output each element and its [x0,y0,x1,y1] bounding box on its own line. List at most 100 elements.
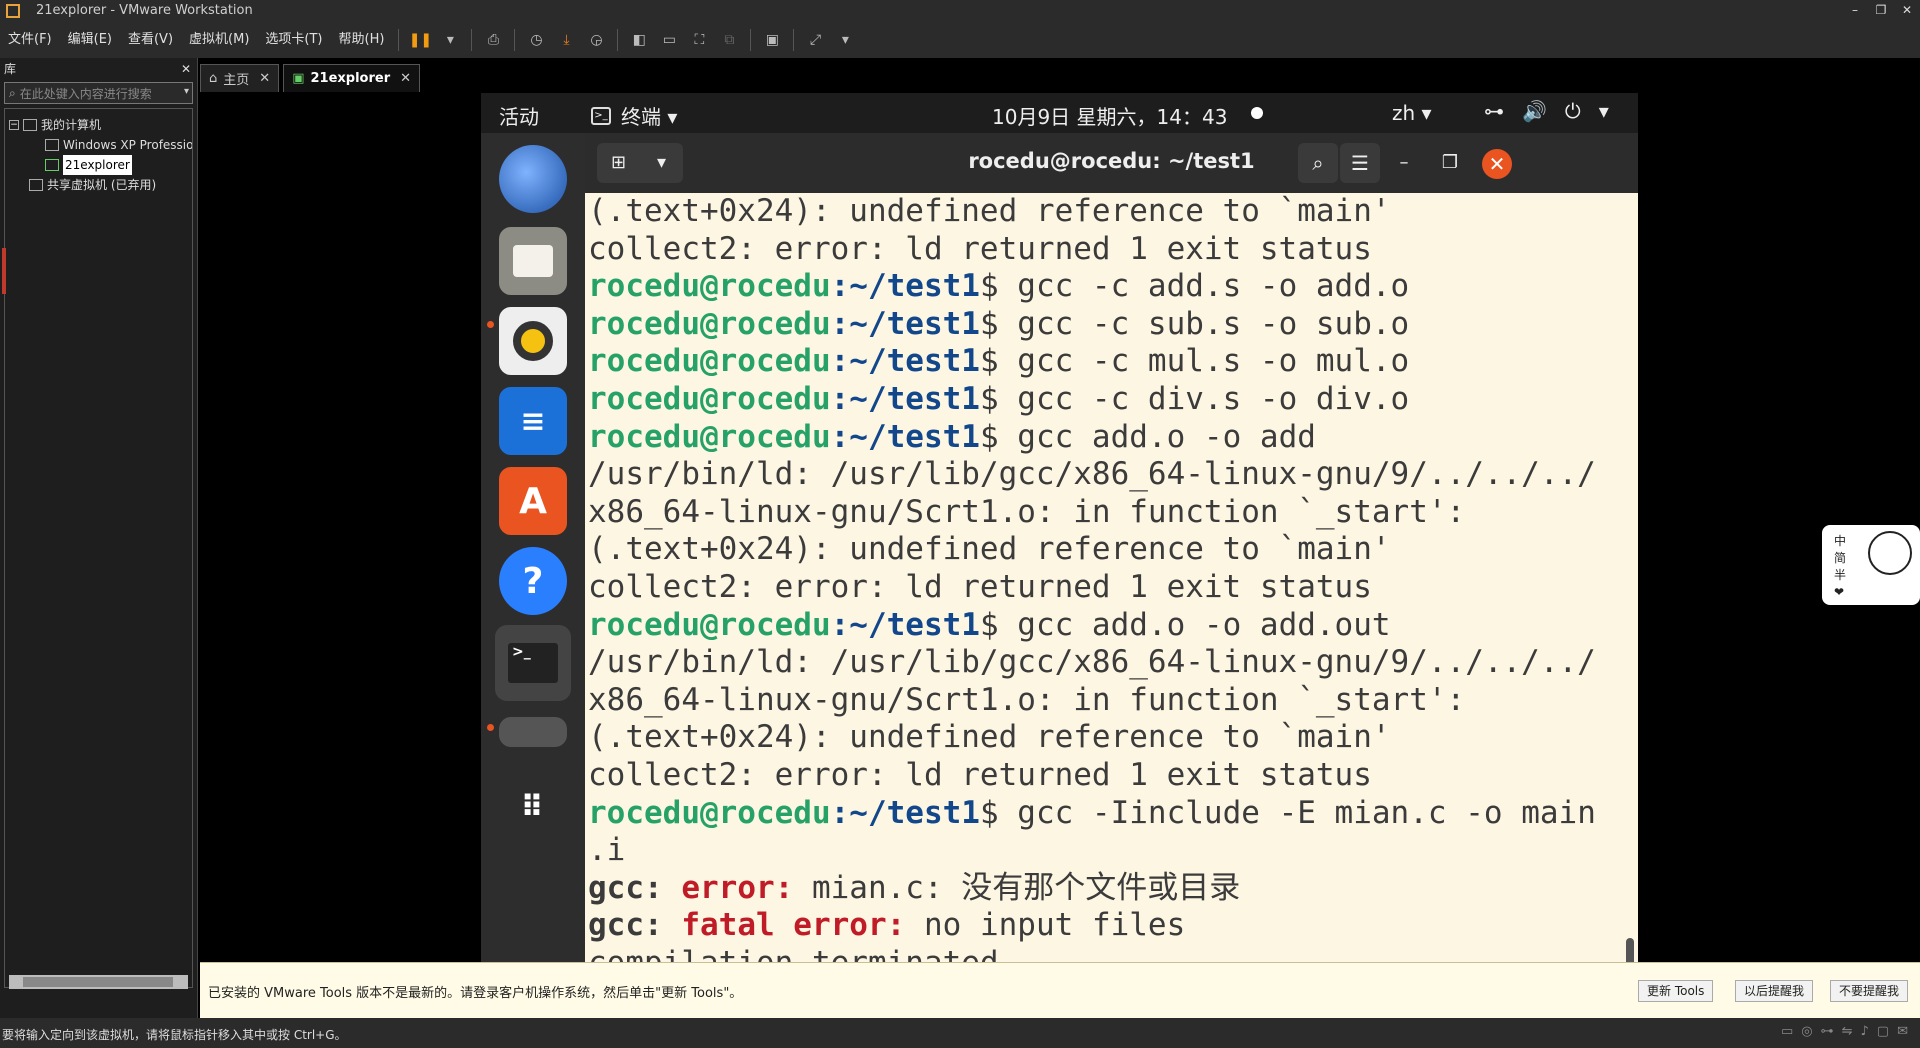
guest-desktop[interactable]: 活动 >_ 终端 ▾ 10月9日 星期六，14：43 zh ▾ ⊶ 🔊 ⏻ ▾ … [481,93,1638,962]
show-library-icon[interactable]: ◧ [625,27,653,53]
ime-floating-widget[interactable]: 中 简 半 ❤ [1822,525,1920,605]
terminal-line: compilation terminated. [588,945,1638,962]
snapshot-manager-icon[interactable]: ◶ [582,27,610,53]
tab-21explorer[interactable]: ▣ 21explorer ✕ [283,64,421,92]
prompt-user: rocedu@rocedu [588,380,831,417]
show-applications-icon[interactable]: ⠿ [499,773,567,841]
tree-node-label: Windows XP Professio [63,138,192,152]
libreoffice-writer-icon[interactable]: ≡ [499,387,567,455]
volume-icon: 🔊 [1522,99,1547,123]
prompt-path: :~/test1 [830,794,980,831]
library-horizontal-scrollbar[interactable] [9,975,188,989]
terminal-line: collect2: error: ld returned 1 exit stat… [588,756,1372,793]
prompt-path: :~/test1 [830,418,980,455]
hdd-icon[interactable]: ▭ [1781,1024,1793,1039]
menu-view[interactable]: 查看(V) [120,22,181,58]
terminal-line: x86_64-linux-gnu/Scrt1.o: in function `_… [588,493,1466,530]
scrollbar-thumb[interactable] [23,977,173,987]
tools-update-notification: 已安装的 VMware Tools 版本不是最新的。请登录客户机操作系统，然后单… [200,962,1920,1018]
update-tools-button[interactable]: 更新 Tools [1638,980,1714,1002]
network-adapter-icon[interactable]: ⊶ [1821,1024,1834,1039]
message-log-icon[interactable]: ✉ [1897,1024,1908,1039]
send-ctrl-alt-del-icon[interactable]: ⎙ [479,27,507,53]
display-icon[interactable]: ▢ [1877,1024,1889,1039]
remind-later-button[interactable]: 以后提醒我 [1735,980,1814,1002]
tree-node-winxp[interactable]: Windows XP Professio [5,135,192,155]
activities-button[interactable]: 活动 [499,101,539,130]
vm-icon [45,139,59,151]
terminal-line: rocedu@rocedu:~/test1$ gcc add.o -o add.… [588,607,1638,645]
command-text: $ gcc -c sub.s -o sub.o [979,305,1410,342]
usb-icon[interactable]: ⇋ [1842,1024,1853,1039]
tab-home[interactable]: ⌂ 主页 ✕ [200,64,280,92]
command-text: $ gcc -c mul.s -o mul.o [979,343,1410,380]
minimize-icon[interactable]: – [1390,149,1418,177]
menu-help[interactable]: 帮助(H) [331,22,393,58]
hamburger-menu-icon[interactable]: ☰ [1340,143,1380,183]
sound-icon[interactable]: ♪ [1861,1024,1869,1039]
toolbar-separator [398,29,400,51]
fullscreen-icon[interactable]: ⛶ [685,27,713,53]
resize-handle[interactable] [2,248,6,294]
thumbnail-bar-icon[interactable]: ▭ [655,27,683,53]
help-icon[interactable]: ? [499,547,567,615]
tree-node-my-computer[interactable]: − 我的计算机 [5,115,192,135]
search-icon[interactable]: ⌕ [1298,143,1338,183]
pause-dropdown-icon[interactable]: ▾ [436,27,464,53]
tree-node-label: 我的计算机 [41,118,102,132]
system-tray[interactable]: ⊶ 🔊 ⏻ ▾ [1484,99,1627,123]
tree-node-21explorer[interactable]: 21explorer [5,155,192,175]
maximize-button[interactable]: ❐ [1868,0,1894,22]
library-search-input[interactable]: ⌕ 在此处键入内容进行搜索 ▾ [4,82,193,104]
minimize-button[interactable]: – [1842,0,1868,22]
collapse-icon[interactable]: − [9,120,19,130]
gcc-prefix: gcc: [588,907,682,944]
prompt-path: :~/test1 [830,305,980,342]
stretch-dropdown-icon[interactable]: ▾ [831,27,859,53]
search-dropdown-icon[interactable]: ▾ [184,86,189,97]
input-method-indicator[interactable]: zh ▾ [1392,101,1432,125]
close-window-button[interactable]: ✕ [1894,0,1920,22]
menu-vm[interactable]: 虚拟机(M) [181,22,257,58]
menu-file[interactable]: 文件(F) [0,22,60,58]
cdrom-icon[interactable]: ◎ [1801,1024,1812,1039]
clock[interactable]: 10月9日 星期六，14：43 [992,101,1227,130]
tree-node-shared-vms[interactable]: 共享虚拟机 (已弃用) [5,175,192,195]
prompt-path: :~/test1 [830,343,980,380]
maximize-icon[interactable]: ❐ [1436,149,1464,177]
app-menu[interactable]: >_ 终端 ▾ [591,101,677,130]
dock-overflow-icon[interactable] [499,717,567,747]
thunderbird-icon[interactable] [499,145,567,213]
close-icon[interactable]: ✕ [1482,149,1512,179]
gnome-topbar: 活动 >_ 终端 ▾ 10月9日 星期六，14：43 zh ▾ ⊶ 🔊 ⏻ ▾ [481,93,1638,133]
snapshot-icon[interactable]: ◷ [522,27,550,53]
terminal-scrollbar[interactable] [1626,938,1634,962]
tab-menu-dropdown-icon[interactable]: ▾ [640,143,683,183]
close-icon[interactable]: ✕ [400,71,411,86]
menu-edit[interactable]: 编辑(E) [60,22,120,58]
rhythmbox-icon[interactable] [499,307,567,375]
terminal-line: rocedu@rocedu:~/test1$ gcc -c sub.s -o s… [588,306,1638,344]
prompt-user: rocedu@rocedu [588,268,831,305]
notification-message: 已安装的 VMware Tools 版本不是最新的。请登录客户机操作系统，然后单… [208,986,743,1001]
never-remind-button[interactable]: 不要提醒我 [1830,980,1909,1002]
new-tab-split-button[interactable]: ⊞ ▾ [597,143,683,183]
terminal-line: rocedu@rocedu:~/test1$ gcc -c add.s -o a… [588,268,1638,306]
revert-snapshot-icon[interactable]: ⤓ [552,27,580,53]
terminal-line: rocedu@rocedu:~/test1$ gcc -Iinclude -E … [588,795,1638,833]
software-center-icon[interactable]: A [499,467,567,535]
shared-vm-icon [29,179,43,191]
menu-tabs[interactable]: 选项卡(T) [257,22,330,58]
close-icon[interactable]: ✕ [259,71,270,86]
prompt-user: rocedu@rocedu [588,606,831,643]
new-tab-icon[interactable]: ⊞ [597,143,640,183]
console-view-icon[interactable]: ▣ [758,27,786,53]
files-icon[interactable] [499,227,567,295]
terminal-dock-icon[interactable]: >_ [495,625,571,701]
terminal-output[interactable]: (.text+0x24): undefined reference to `ma… [585,193,1638,962]
pause-icon[interactable]: ❚❚ [406,27,434,53]
unity-icon[interactable]: ⧉ [715,27,743,53]
stretch-guest-icon[interactable]: ⤢ [801,27,829,53]
app-menu-label: 终端 ▾ [621,105,678,129]
library-close-button[interactable]: ✕ [181,58,191,80]
